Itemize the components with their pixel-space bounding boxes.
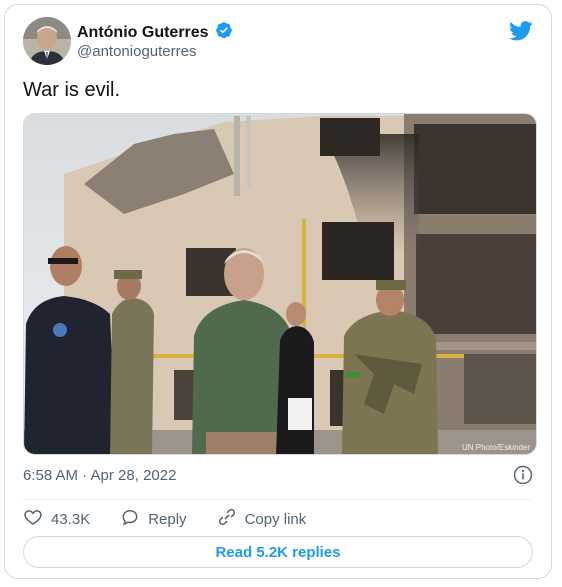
timestamp[interactable]: 6:58 AM · Apr 28, 2022 bbox=[23, 467, 176, 484]
speech-bubble-icon bbox=[120, 507, 140, 531]
like-button[interactable]: 43.3K bbox=[23, 507, 90, 531]
author-name[interactable]: António Guterres bbox=[77, 24, 209, 42]
read-replies-button[interactable]: Read 5.2K replies bbox=[23, 536, 533, 568]
divider bbox=[23, 499, 533, 500]
tweet-text: War is evil. bbox=[23, 79, 121, 101]
link-icon bbox=[217, 507, 237, 531]
action-bar: 43.3K Reply Copy link bbox=[23, 507, 336, 531]
copy-link-button[interactable]: Copy link bbox=[217, 507, 307, 531]
reply-button[interactable]: Reply bbox=[120, 507, 187, 531]
reply-label: Reply bbox=[148, 510, 187, 528]
photo-credit: UN Photo/Eskinder bbox=[462, 443, 530, 452]
author-handle[interactable]: @antonioguterres bbox=[77, 43, 196, 60]
like-count: 43.3K bbox=[51, 510, 91, 528]
heart-icon bbox=[23, 507, 43, 531]
tweet-card: António Guterres @antonioguterres War is… bbox=[4, 4, 552, 579]
copy-link-label: Copy link bbox=[244, 510, 307, 528]
tweet-photo[interactable]: UN Photo/Eskinder bbox=[23, 113, 537, 455]
verified-badge-icon bbox=[215, 21, 233, 44]
avatar[interactable] bbox=[23, 17, 71, 65]
author-name-row: António Guterres bbox=[77, 21, 233, 44]
